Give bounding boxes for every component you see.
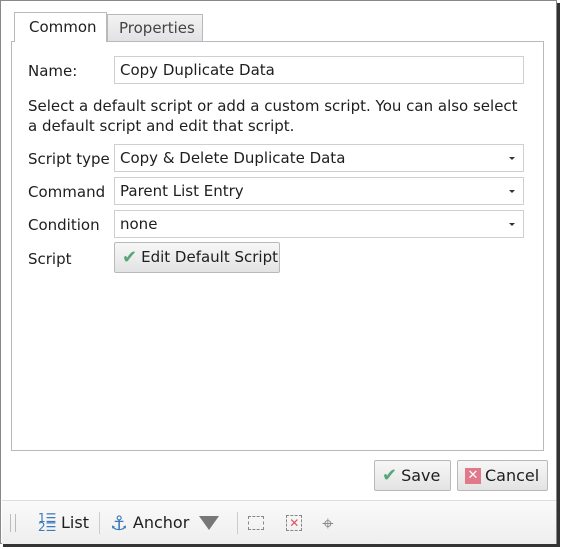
- cancel-label: Cancel: [485, 466, 540, 485]
- check-icon: ✔: [382, 465, 398, 486]
- name-input[interactable]: Copy Duplicate Data: [114, 56, 524, 84]
- tab-properties[interactable]: Properties: [107, 14, 203, 41]
- script-type-select[interactable]: Copy & Delete Duplicate Data: [114, 144, 524, 172]
- check-icon: ✔: [122, 247, 138, 268]
- condition-label: Condition: [28, 216, 100, 234]
- command-value: Parent List Entry: [120, 182, 244, 200]
- separator: [237, 511, 239, 534]
- filter-icon[interactable]: [199, 515, 220, 530]
- edit-default-script-button[interactable]: ✔ Edit Default Script: [114, 242, 280, 273]
- condition-select[interactable]: none: [114, 210, 524, 238]
- select-frame-icon[interactable]: [248, 515, 265, 530]
- script-type-label: Script type: [28, 150, 110, 168]
- script-type-value: Copy & Delete Duplicate Data: [120, 149, 346, 167]
- anchor-button[interactable]: ⚓ Anchor: [110, 511, 189, 535]
- command-label: Command: [28, 183, 106, 201]
- anchor-icon: ⚓: [109, 510, 128, 535]
- cancel-x-icon: ✕: [465, 467, 481, 484]
- edit-script-label: Edit Default Script: [141, 248, 278, 266]
- numbered-list-icon: 1☰ 2☰: [38, 510, 57, 534]
- description-text: Select a default script or add a custom …: [28, 97, 518, 135]
- list-label: List: [61, 513, 89, 532]
- condition-value: none: [120, 215, 158, 233]
- tab-common[interactable]: Common: [14, 12, 107, 42]
- separator: [98, 511, 100, 534]
- bottom-toolbar: 1☰ 2☰ List ⚓ Anchor ✕ ⌖: [2, 500, 556, 544]
- dialog-window: Common Properties Name: Copy Duplicate D…: [0, 0, 557, 544]
- script-label: Script: [28, 250, 72, 268]
- name-label: Name:: [28, 62, 78, 80]
- anchor-label: Anchor: [132, 513, 190, 532]
- grip-handle[interactable]: [10, 513, 16, 532]
- delete-frame-icon[interactable]: ✕: [286, 514, 303, 531]
- target-icon[interactable]: ⌖: [322, 511, 333, 535]
- list-button[interactable]: 1☰ 2☰ List: [38, 510, 89, 534]
- save-button[interactable]: ✔ Save: [374, 460, 451, 491]
- save-label: Save: [401, 466, 441, 485]
- cancel-button[interactable]: ✕ Cancel: [457, 460, 548, 491]
- command-select[interactable]: Parent List Entry: [114, 177, 524, 205]
